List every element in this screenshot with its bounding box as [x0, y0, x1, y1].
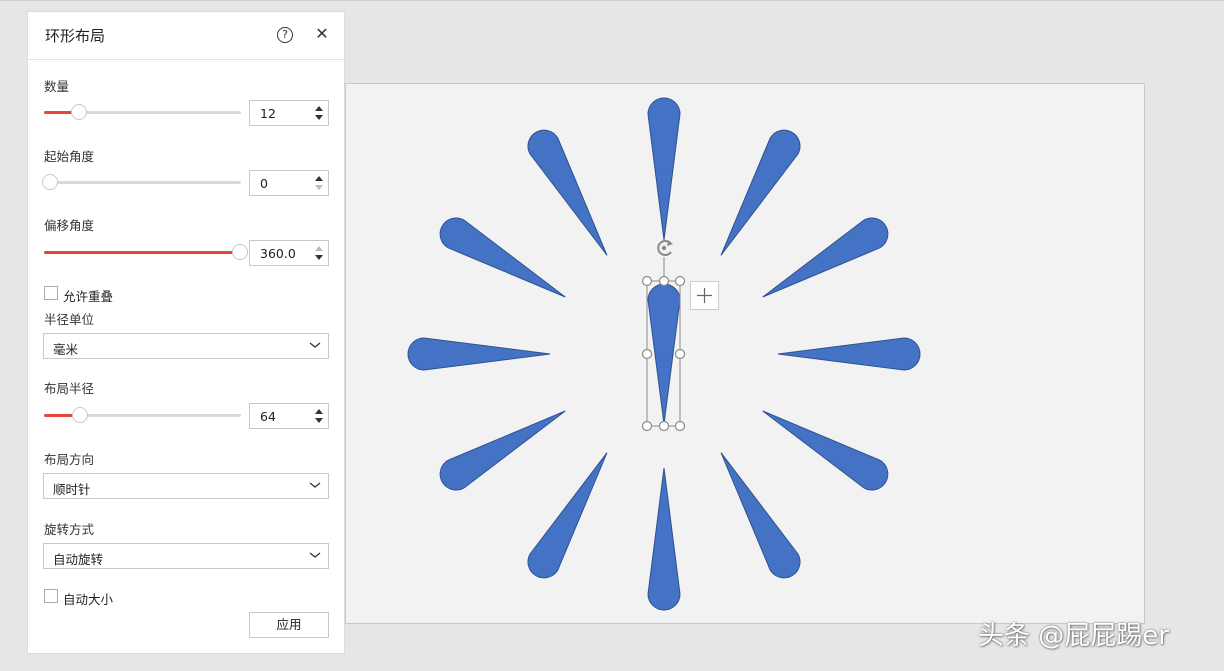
teardrop-ring — [407, 97, 921, 611]
shape-stage — [407, 97, 921, 611]
teardrop-shape[interactable] — [522, 445, 621, 584]
resize-handle[interactable] — [641, 275, 653, 287]
teardrop-shape[interactable] — [407, 337, 551, 371]
resize-handle[interactable] — [658, 275, 670, 287]
teardrop-shape[interactable] — [434, 397, 573, 496]
resize-handle[interactable] — [674, 420, 686, 432]
teardrop-shape[interactable] — [777, 337, 921, 371]
teardrop-shape[interactable] — [434, 212, 573, 311]
teardrop-shape[interactable] — [755, 212, 894, 311]
resize-handle[interactable] — [641, 420, 653, 432]
watermark: 头条 @屁屁踢er — [978, 621, 1169, 651]
plus-icon — [697, 288, 712, 303]
teardrop-shape[interactable] — [647, 97, 681, 241]
add-shape-button[interactable] — [690, 281, 719, 310]
rotate-handle-icon[interactable] — [657, 240, 673, 256]
resize-handle[interactable] — [674, 275, 686, 287]
resize-handle[interactable] — [641, 348, 653, 360]
teardrop-shape[interactable] — [755, 397, 894, 496]
teardrop-shape[interactable] — [647, 467, 681, 611]
teardrop-shape[interactable] — [707, 445, 806, 584]
teardrop-shape[interactable] — [707, 124, 806, 263]
teardrop-shape[interactable] — [522, 124, 621, 263]
resize-handle[interactable] — [674, 348, 686, 360]
resize-handle[interactable] — [658, 420, 670, 432]
